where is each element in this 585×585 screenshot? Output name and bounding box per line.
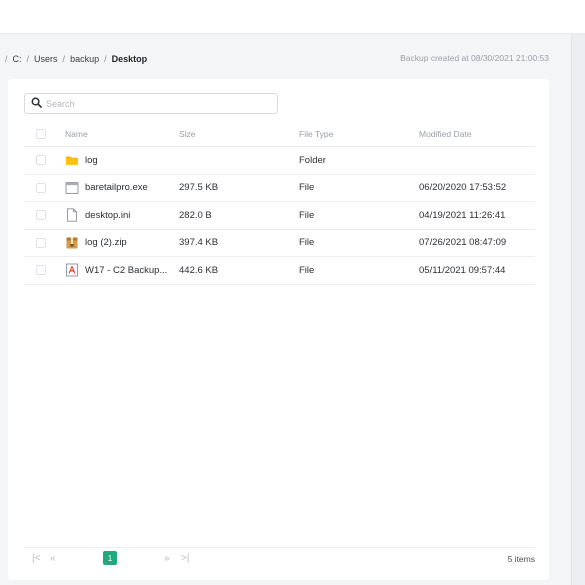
breadcrumb-item-drive[interactable]: C: (13, 54, 22, 64)
folder-icon (65, 153, 79, 167)
zip-file-icon (65, 236, 79, 250)
breadcrumb-item-users[interactable]: Users (34, 54, 58, 64)
breadcrumb-separator: / (104, 54, 107, 64)
file-table: Name Size File Type Modified Date log Fo… (24, 121, 535, 285)
modified-date: 05/11/2021 09:57:44 (419, 264, 506, 276)
previous-page-button[interactable]: « (50, 553, 56, 564)
column-header-size[interactable]: Size (179, 129, 196, 139)
items-count: 5 items (507, 554, 535, 564)
table-row[interactable]: W17 - C2 Backup... 442.6 KB File 05/11/2… (24, 257, 535, 285)
file-type: Folder (299, 154, 326, 166)
next-page-button[interactable]: » (164, 553, 170, 564)
exe-file-icon (65, 181, 79, 195)
file-browser-panel: Name Size File Type Modified Date log Fo… (8, 79, 549, 580)
top-bar (0, 0, 585, 34)
table-header: Name Size File Type Modified Date (24, 121, 535, 147)
modified-date: 04/19/2021 11:26:41 (419, 209, 506, 221)
current-page-button[interactable]: 1 (103, 551, 117, 565)
file-icon (65, 208, 79, 222)
pdf-file-icon (65, 263, 79, 277)
row-checkbox[interactable] (36, 182, 46, 193)
file-name[interactable]: log (85, 155, 98, 166)
select-all-checkbox[interactable] (36, 128, 46, 139)
backup-timestamp: Backup created at 08/30/2021 21:00:53 (400, 53, 549, 63)
column-header-file-type[interactable]: File Type (299, 129, 333, 139)
column-header-modified-date[interactable]: Modified Date (419, 129, 471, 139)
modified-date: 07/26/2021 08:47:09 (419, 237, 507, 249)
file-name[interactable]: W17 - C2 Backup... (85, 265, 167, 276)
table-row[interactable]: baretailpro.exe 297.5 KB File 06/20/2020… (24, 175, 535, 202)
table-row[interactable]: desktop.ini 282.0 B File 04/19/2021 11:2… (24, 202, 535, 230)
file-size: 442.6 KB (179, 264, 219, 276)
first-page-button[interactable]: |< (32, 553, 40, 564)
table-row[interactable]: log Folder (24, 147, 535, 175)
search-box[interactable] (24, 93, 278, 114)
file-size: 397.4 KB (179, 237, 219, 249)
file-name[interactable]: log (2).zip (85, 237, 127, 248)
search-icon (31, 95, 42, 113)
column-header-name[interactable]: Name (65, 129, 88, 139)
breadcrumb-item-desktop: Desktop (111, 54, 148, 64)
breadcrumb-separator: / (5, 54, 8, 64)
file-type: File (299, 182, 315, 194)
last-page-button[interactable]: >| (181, 553, 189, 564)
breadcrumb-separator: / (26, 54, 30, 64)
row-checkbox[interactable] (36, 265, 46, 276)
file-size: 297.5 KB (179, 182, 219, 194)
right-edge-panel (571, 34, 585, 585)
search-input[interactable] (46, 98, 266, 109)
file-name[interactable]: desktop.ini (85, 210, 130, 221)
row-checkbox[interactable] (36, 155, 46, 166)
modified-date: 06/20/2020 17:53:52 (419, 182, 507, 194)
breadcrumb: / C: / Users / backup / Desktop (0, 52, 147, 66)
pagination: |< « 1 » >| 5 items (24, 547, 535, 567)
file-type: File (299, 209, 315, 221)
row-checkbox[interactable] (36, 210, 46, 221)
breadcrumb-separator: / (62, 54, 66, 64)
table-row[interactable]: log (2).zip 397.4 KB File 07/26/2021 08:… (24, 230, 535, 257)
file-size: 282.0 B (179, 209, 212, 221)
file-name[interactable]: baretailpro.exe (85, 182, 148, 193)
file-type: File (299, 237, 315, 249)
file-type: File (299, 264, 315, 276)
row-checkbox[interactable] (36, 237, 46, 248)
breadcrumb-item-backup[interactable]: backup (70, 54, 99, 64)
